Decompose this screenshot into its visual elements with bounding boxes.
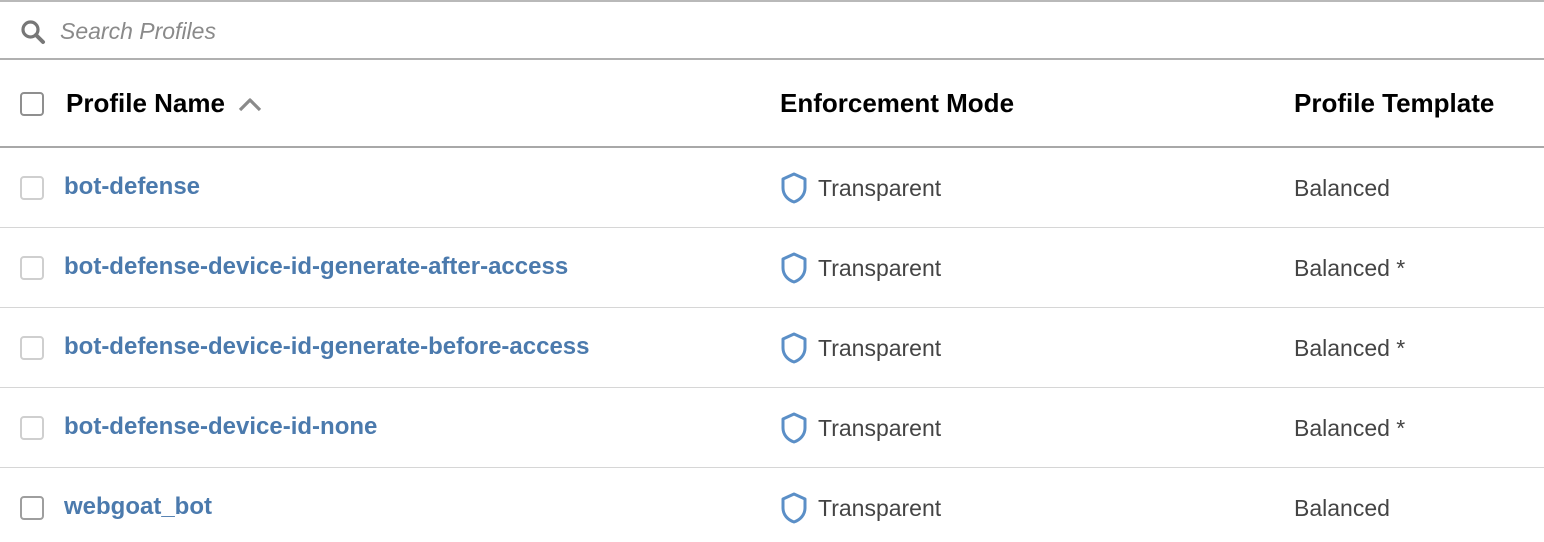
- table-row: webgoat_bot Transparent Balanced: [0, 468, 1544, 542]
- profile-template-cell: Balanced *: [1294, 255, 1406, 281]
- enforcement-mode-cell: Transparent: [780, 252, 941, 284]
- profile-name-link[interactable]: bot-defense-device-id-none: [64, 413, 377, 441]
- shield-icon: [781, 492, 807, 524]
- search-icon: [21, 20, 45, 44]
- search-bar: [0, 0, 1544, 60]
- enforcement-mode-label: Transparent: [818, 334, 942, 361]
- table-row: bot-defense Transparent Balanced: [0, 148, 1544, 228]
- enforcement-mode-cell: Transparent: [780, 492, 941, 524]
- shield-icon: [781, 252, 807, 284]
- select-all-checkbox[interactable]: [20, 92, 44, 116]
- enforcement-mode-cell: Transparent: [780, 412, 941, 444]
- table-row: bot-defense-device-id-none Transparent B…: [0, 388, 1544, 468]
- profile-name-link[interactable]: webgoat_bot: [64, 493, 212, 521]
- shield-icon: [781, 172, 807, 204]
- row-checkbox[interactable]: [20, 256, 44, 280]
- table-header: Profile Name Enforcement Mode Profile Te…: [0, 60, 1544, 148]
- row-checkbox[interactable]: [20, 176, 44, 200]
- enforcement-mode-cell: Transparent: [780, 332, 941, 364]
- enforcement-mode-label: Transparent: [818, 414, 942, 441]
- shield-icon: [781, 412, 807, 444]
- profile-name-link[interactable]: bot-defense: [64, 173, 200, 201]
- enforcement-mode-label: Transparent: [818, 494, 942, 521]
- profile-template-cell: Balanced *: [1294, 415, 1406, 441]
- row-checkbox[interactable]: [20, 416, 44, 440]
- profile-template-cell: Balanced *: [1294, 335, 1406, 361]
- chevron-up-icon[interactable]: [237, 94, 263, 114]
- row-checkbox[interactable]: [20, 496, 44, 520]
- profile-template-cell: Balanced: [1294, 495, 1390, 521]
- profile-name-link[interactable]: bot-defense-device-id-generate-before-ac…: [64, 333, 590, 361]
- column-header-enforcement-mode[interactable]: Enforcement Mode: [780, 88, 1014, 119]
- row-checkbox[interactable]: [20, 336, 44, 360]
- shield-icon: [781, 332, 807, 364]
- table-body: bot-defense Transparent Balanced bot-def…: [0, 148, 1544, 542]
- enforcement-mode-cell: Transparent: [780, 172, 941, 204]
- profile-name-link[interactable]: bot-defense-device-id-generate-after-acc…: [64, 253, 568, 281]
- column-header-label: Profile Name: [66, 88, 225, 118]
- enforcement-mode-label: Transparent: [818, 174, 942, 201]
- profiles-list-page: Profile Name Enforcement Mode Profile Te…: [0, 0, 1544, 542]
- enforcement-mode-label: Transparent: [818, 254, 942, 281]
- column-header-profile-template[interactable]: Profile Template: [1294, 88, 1494, 119]
- column-header-profile-name[interactable]: Profile Name: [66, 88, 263, 119]
- profile-template-cell: Balanced: [1294, 175, 1390, 201]
- search-input[interactable]: [60, 14, 760, 48]
- table-row: bot-defense-device-id-generate-after-acc…: [0, 228, 1544, 308]
- table-row: bot-defense-device-id-generate-before-ac…: [0, 308, 1544, 388]
